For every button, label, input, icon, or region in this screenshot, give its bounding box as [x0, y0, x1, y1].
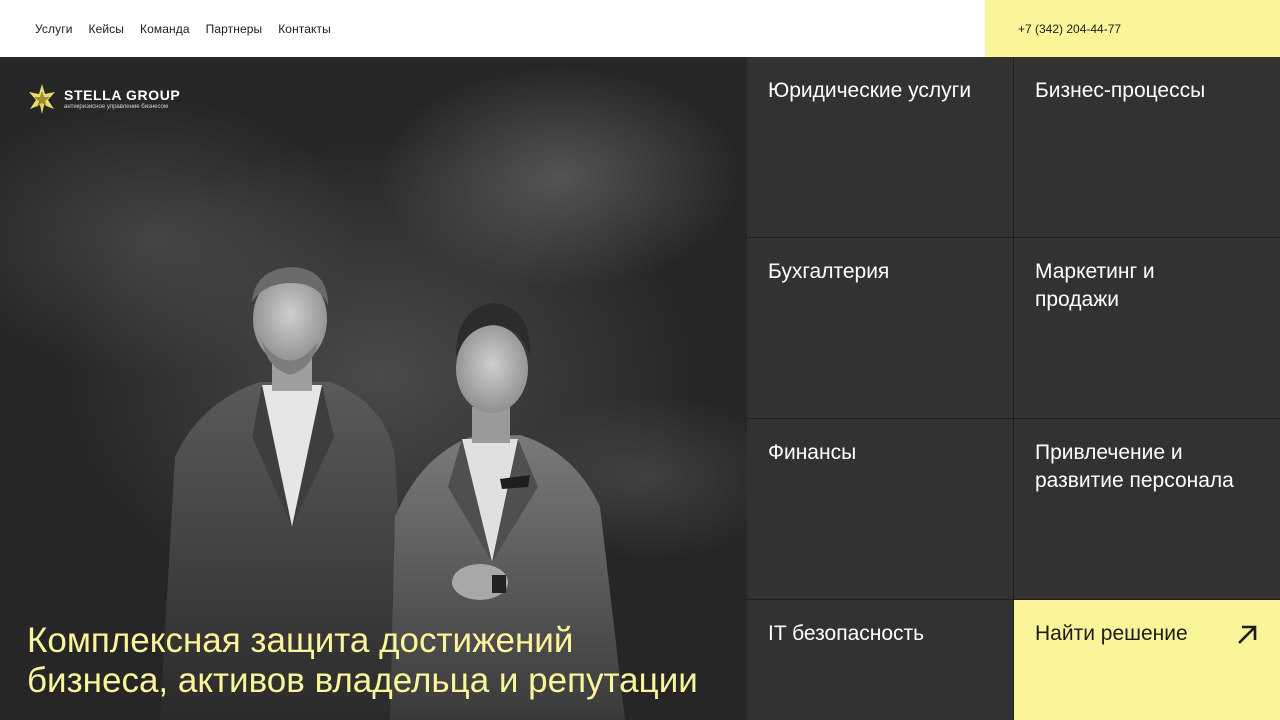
brand-tagline: антикризисное управление бизнесом: [64, 104, 169, 110]
service-label: Юридические услуги: [768, 79, 972, 102]
nav-partners[interactable]: Партнеры: [206, 22, 263, 36]
star-logo-icon: [29, 84, 55, 114]
service-finance[interactable]: Финансы: [747, 419, 1013, 599]
phone-number[interactable]: +7 (342) 204-44-77: [1018, 22, 1121, 36]
top-bar: Услуги Кейсы Команда Партнеры Контакты +…: [0, 0, 1280, 57]
service-legal[interactable]: Юридические услуги: [747, 57, 1013, 237]
brand-logo[interactable]: STELLA GROUP антикризисное управление би…: [26, 83, 180, 115]
hero-section: STELLA GROUP антикризисное управление би…: [0, 57, 747, 720]
service-label: IT безопасность: [768, 622, 925, 645]
phone-box[interactable]: +7 (342) 204-44-77: [985, 0, 1280, 57]
service-label: Бухгалтерия: [768, 260, 890, 283]
nav-services[interactable]: Услуги: [35, 22, 73, 36]
nav-team[interactable]: Команда: [140, 22, 190, 36]
find-solution-label: Найти решение: [1035, 622, 1188, 645]
brand-name: STELLA GROUP: [64, 87, 181, 103]
service-accounting[interactable]: Бухгалтерия: [747, 238, 1013, 418]
main-nav: Услуги Кейсы Команда Партнеры Контакты: [35, 0, 331, 57]
service-label: Привлечение и развитие персонала: [1035, 441, 1234, 492]
hero-headline-line1: Комплексная защита достижений: [27, 621, 574, 660]
nav-contacts[interactable]: Контакты: [278, 22, 331, 36]
service-label: Бизнес-процессы: [1035, 79, 1206, 102]
service-label: Маркетинг и продажи: [1035, 260, 1155, 311]
nav-cases[interactable]: Кейсы: [89, 22, 125, 36]
service-label: Финансы: [768, 441, 857, 464]
find-solution-button[interactable]: Найти решение: [1014, 600, 1280, 720]
services-grid: Юридические услуги Бизнес-процессы Бухга…: [747, 57, 1280, 720]
hero-headline: Комплексная защита достижений бизнеса, а…: [27, 621, 742, 701]
service-marketing-sales[interactable]: Маркетинг и продажи: [1014, 238, 1280, 418]
service-hr[interactable]: Привлечение и развитие персонала: [1014, 419, 1280, 599]
hero-headline-line2: бизнеса, активов владельца и репутации: [27, 661, 698, 700]
service-it-security[interactable]: IT безопасность: [747, 600, 1013, 720]
arrow-up-right-icon: [1238, 625, 1257, 644]
service-business-processes[interactable]: Бизнес-процессы: [1014, 57, 1280, 237]
